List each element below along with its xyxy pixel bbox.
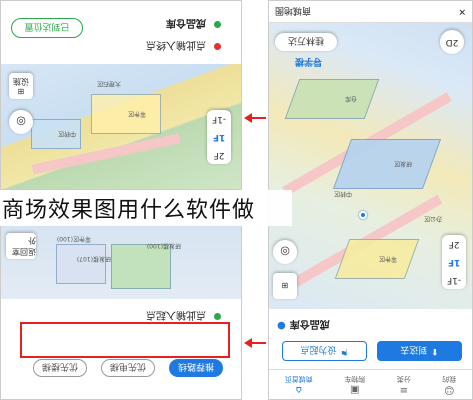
map-label: 零件区(100)	[56, 235, 91, 242]
arrived-label: 已到达位置	[24, 21, 70, 32]
arrow-pointer-bottom	[244, 338, 266, 348]
facility-button[interactable]: ⊞ 设施	[9, 73, 33, 99]
floor-switcher[interactable]: 2F 1F -1F	[207, 110, 231, 164]
building-block	[332, 139, 442, 189]
map-label: 研发楼(100)	[146, 242, 181, 249]
facility-icon: ⊞	[281, 281, 289, 291]
tab-home[interactable]: ⌂ 商城首页	[285, 374, 313, 395]
map-label: 大理石区	[96, 80, 121, 87]
locate-button[interactable]: ◎	[273, 240, 297, 264]
side-label: 导学楼	[294, 56, 322, 66]
tab-me[interactable]: ☺ 我的	[442, 374, 456, 395]
map-label: 研发楼(107)	[76, 255, 111, 262]
floor-switcher[interactable]: -1F 1F 2F	[442, 235, 466, 289]
map-label: 中转区	[57, 130, 76, 137]
arrived-button[interactable]: 已到达位置	[11, 18, 83, 38]
start-dot	[214, 313, 221, 320]
current-location-marker	[359, 211, 367, 219]
facility-label: 设施	[13, 77, 29, 86]
arrow-pointer-top	[244, 113, 266, 123]
facility-icon: ⊞	[17, 87, 25, 96]
map-label: 仓库	[344, 95, 357, 102]
floor-1f[interactable]: 1F	[207, 128, 231, 146]
right-screenshot: ☺ 我的 ≡ 分类 ▣ 购物车 ⌂ 商城首页 ⬆ 到这去 ⚑ 设为起点 成品仓库 ● 零…	[268, 0, 473, 400]
target-icon: ◎	[280, 245, 290, 259]
user-icon: ☺	[444, 384, 455, 395]
floor-1f[interactable]: 1F	[442, 253, 466, 271]
tab-cart[interactable]: ▣ 购物车	[344, 374, 365, 395]
cart-icon: ▣	[350, 384, 360, 395]
end-dot	[214, 43, 221, 50]
prefer-elevator-button[interactable]: 优先电梯	[101, 359, 155, 377]
recommended-route-button[interactable]: 推荐路线	[169, 359, 223, 377]
start-row[interactable]: 成品仓库	[166, 17, 221, 32]
floor-2f[interactable]: 2F	[207, 146, 231, 164]
floor-b1[interactable]: -1F	[442, 271, 466, 289]
caption-banner: 商场效果图用什么软件做	[0, 190, 292, 226]
caption-text: 商场效果图用什么软件做	[2, 198, 256, 223]
go-here-button[interactable]: ⬆ 到这去	[377, 341, 462, 361]
flag-icon: ⚑	[340, 346, 349, 356]
2d-toggle-button[interactable]: 2D	[440, 30, 464, 54]
brand-button[interactable]: 桂林万达	[275, 33, 337, 51]
place-sheet: ⬆ 到这去 ⚑ 设为起点 成品仓库 ●	[268, 309, 472, 369]
building-block	[284, 79, 380, 119]
2d-label: 2D	[445, 37, 459, 47]
close-icon[interactable]: ✕	[458, 7, 466, 17]
go-here-label: 到这去	[400, 344, 428, 355]
map-label: 办公区	[423, 215, 442, 222]
locate-button[interactable]: ◎	[9, 110, 33, 134]
title-bar: ✕ 商城地图	[269, 1, 472, 23]
end-row[interactable]: 点此输入终点	[146, 39, 221, 54]
place-name: 成品仓库	[289, 318, 330, 329]
floor-2f[interactable]: 2F	[442, 235, 466, 253]
floor-b1[interactable]: -1F	[207, 110, 231, 128]
tab-category[interactable]: ≡ 分类	[397, 374, 411, 395]
location-pin-icon: ●	[277, 320, 286, 331]
top-left-screenshot: 零件区 中转区 大理石区 2F 1F -1F ◎ ⊞ 设施 点此输入终点 成品仓…	[0, 0, 242, 190]
map-label: 零件区	[378, 255, 397, 262]
arrow-up-icon: ⬆	[431, 346, 439, 356]
building-block	[56, 244, 106, 284]
start-dot	[214, 21, 221, 28]
set-start-label: 设为起点	[300, 344, 337, 355]
prefer-stairs-label: 优先楼梯	[42, 361, 79, 372]
end-input[interactable]: 点此输入终点	[146, 39, 206, 54]
start-input[interactable]: 成品仓库	[166, 17, 206, 32]
recommended-route-label: 推荐路线	[178, 361, 215, 372]
layers-icon: ≡	[399, 384, 408, 395]
map-zone-a	[91, 94, 161, 134]
brand-label: 桂林万达	[288, 35, 325, 46]
page-title: 商城地图	[275, 5, 312, 15]
route-sheet: 点此输入终点 成品仓库 已到达位置	[0, 0, 241, 64]
highlight-box	[20, 322, 230, 358]
facility-button[interactable]: ⊞	[273, 273, 297, 299]
target-icon: ◎	[16, 115, 26, 129]
map-label: 零件区	[127, 110, 146, 117]
prefer-elevator-label: 优先电梯	[110, 361, 147, 372]
map-label: 中转区	[333, 190, 352, 197]
back-outdoor-label: 返回室外	[12, 236, 36, 256]
map-label: 研发区	[393, 160, 412, 167]
bottom-left-screenshot: 推荐路线 优先电梯 优先楼梯 点此输入起点 研发楼(100) 研发楼(107) …	[0, 225, 242, 400]
set-start-button[interactable]: ⚑ 设为起点	[282, 341, 367, 361]
prefer-stairs-button[interactable]: 优先楼梯	[33, 359, 87, 377]
map-pin-icon: ⌂	[295, 384, 302, 395]
bottom-tab-bar: ☺ 我的 ≡ 分类 ▣ 购物车 ⌂ 商城首页	[269, 369, 472, 399]
back-outdoor-button[interactable]: 返回室外	[6, 233, 36, 259]
building-block	[334, 239, 420, 279]
place-title-row: 成品仓库 ●	[277, 318, 330, 333]
